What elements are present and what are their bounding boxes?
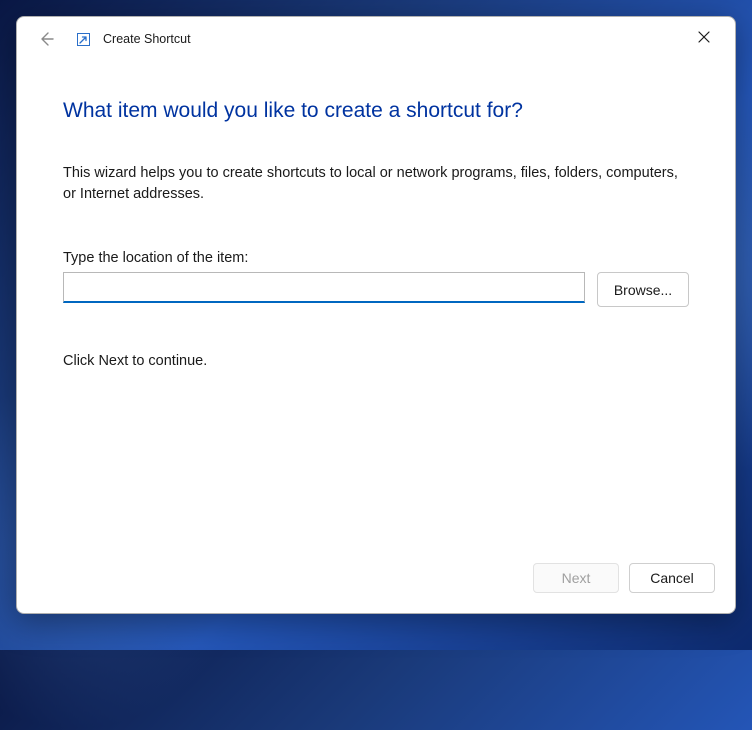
next-button: Next [533, 563, 619, 593]
location-field-label: Type the location of the item: [63, 250, 689, 266]
back-arrow-icon [31, 25, 61, 53]
cancel-button[interactable]: Cancel [629, 563, 715, 593]
wizard-description: This wizard helps you to create shortcut… [63, 163, 689, 204]
wizard-content: What item would you like to create a sho… [17, 57, 735, 563]
page-heading: What item would you like to create a sho… [63, 99, 689, 123]
shortcut-icon [75, 31, 91, 47]
window-title: Create Shortcut [103, 32, 191, 46]
continue-instruction: Click Next to continue. [63, 353, 689, 369]
close-button[interactable] [683, 22, 725, 52]
titlebar: Create Shortcut [17, 17, 735, 57]
browse-button[interactable]: Browse... [597, 272, 689, 307]
close-icon [698, 31, 710, 43]
wizard-footer: Next Cancel [17, 563, 735, 613]
create-shortcut-dialog: Create Shortcut What item would you like… [16, 16, 736, 614]
location-input-row: Browse... [63, 272, 689, 307]
location-input[interactable] [63, 272, 585, 303]
